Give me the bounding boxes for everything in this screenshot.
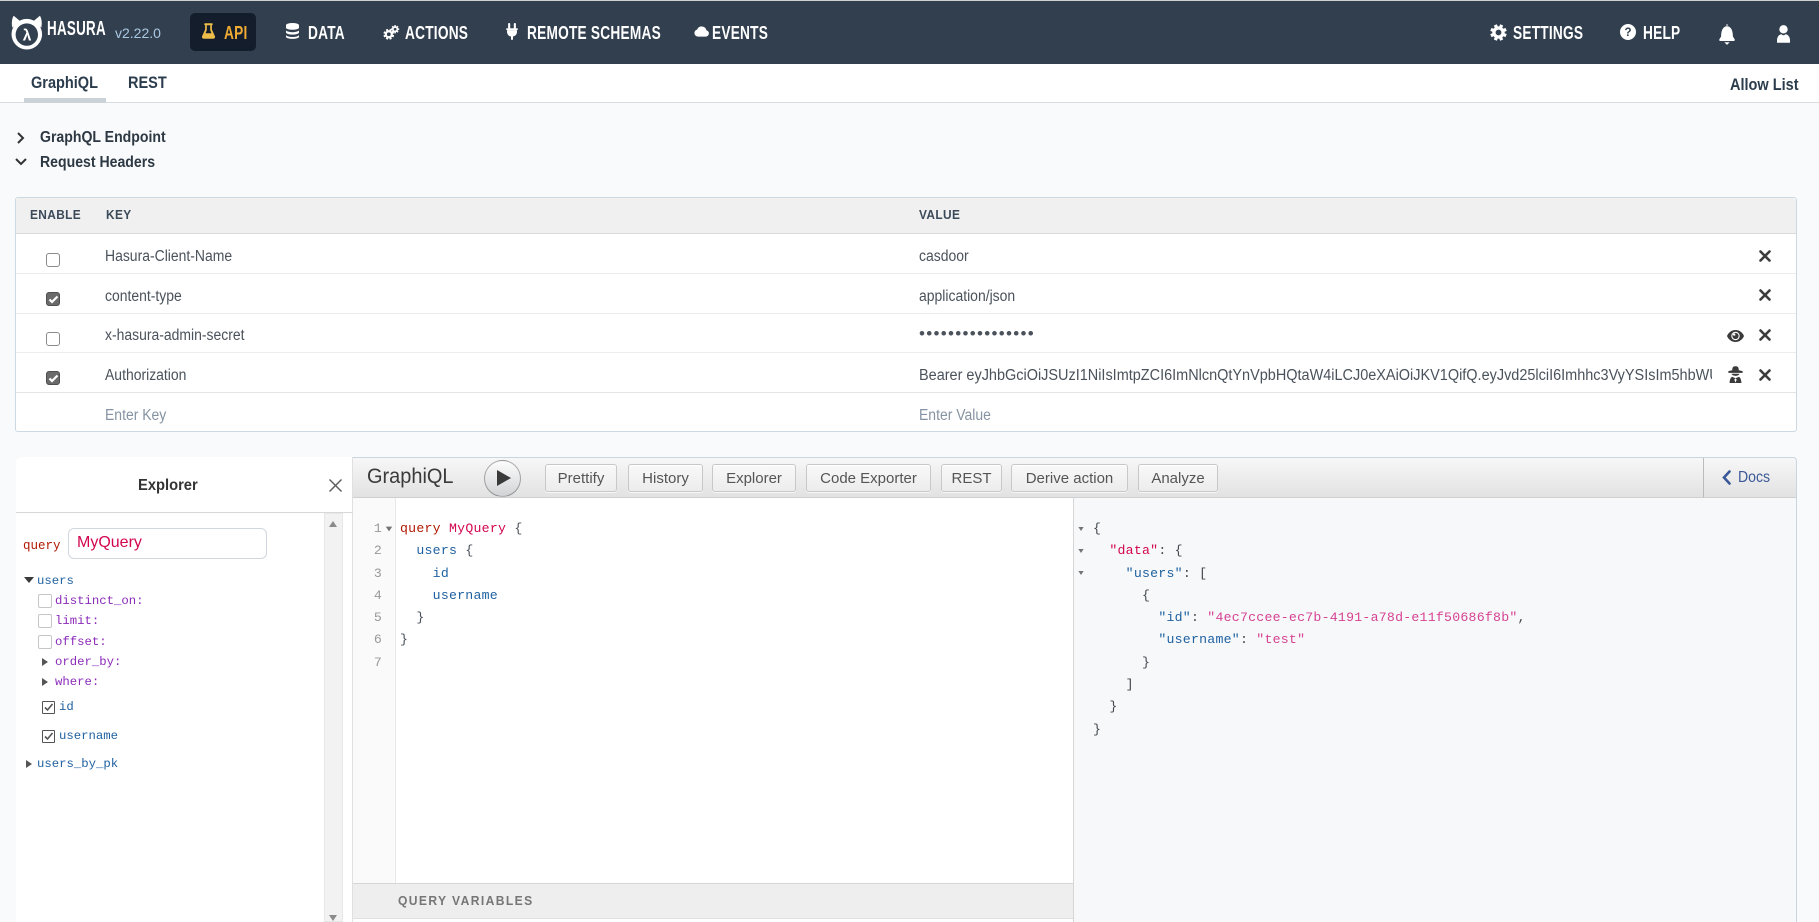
svg-text:?: ? [1624, 27, 1631, 39]
svg-text:λ: λ [23, 27, 32, 44]
